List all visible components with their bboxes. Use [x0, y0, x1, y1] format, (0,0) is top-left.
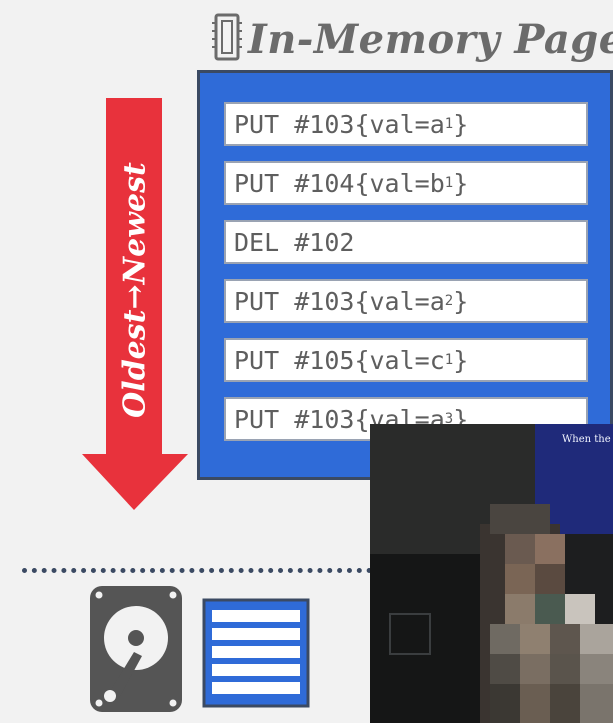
in-memory-page: PUT #103 {val= a 1} PUT #104 {val= b 1} DEL …	[197, 70, 613, 480]
log-entry: PUT #104 {val= b 1}	[224, 161, 588, 205]
memory-disk-boundary	[22, 568, 372, 573]
hard-drive-icon	[90, 586, 182, 716]
slide-text: When the p write th	[562, 434, 613, 445]
webcam-video-overlay: When the p write th	[370, 424, 613, 723]
memory-chip-icon	[212, 11, 242, 67]
disk-page-icon	[202, 598, 310, 712]
log-entry: PUT #103 {val= a 1}	[224, 102, 588, 146]
log-entry: PUT #105 {val= c 1}	[224, 338, 588, 382]
page-title-text: In-Memory Page	[248, 15, 613, 63]
page-title: In-Memory Page	[212, 8, 613, 70]
arrow-label: Oldest→Newest	[117, 162, 153, 418]
log-entry: DEL #102	[224, 220, 588, 264]
log-entry: PUT #103 {val= a 2}	[224, 279, 588, 323]
